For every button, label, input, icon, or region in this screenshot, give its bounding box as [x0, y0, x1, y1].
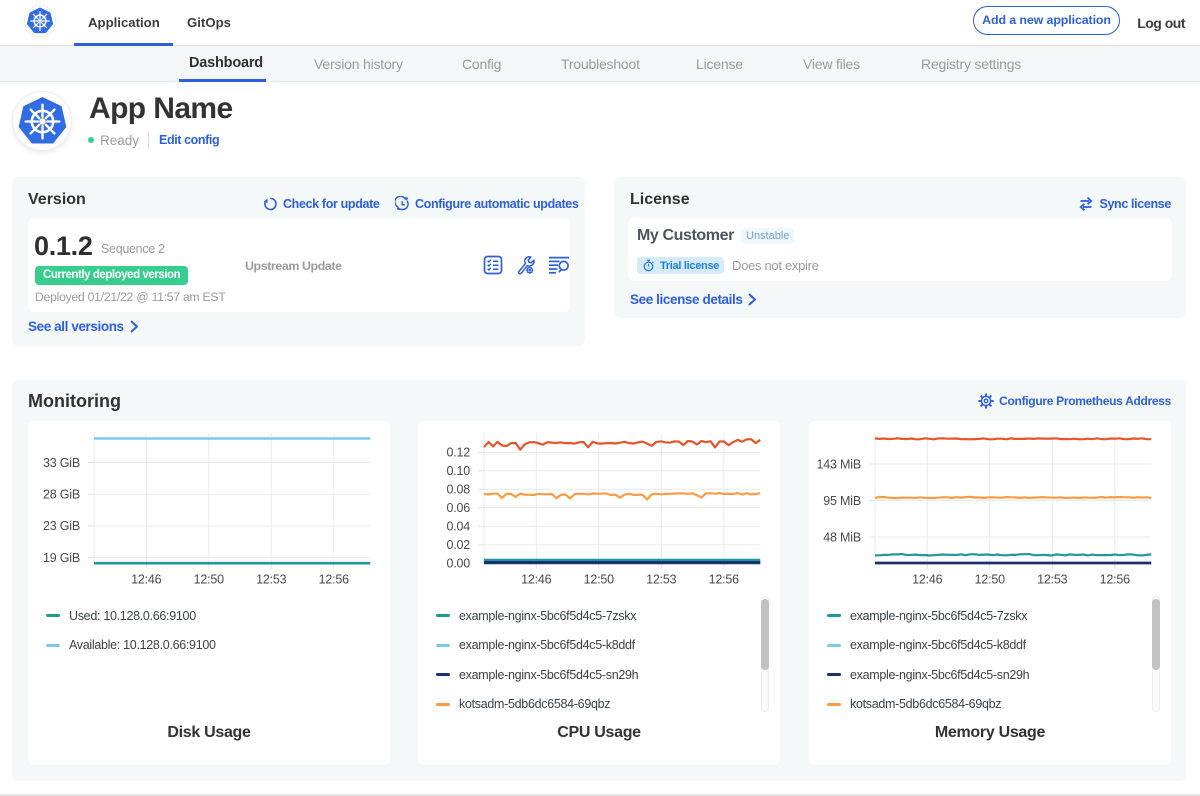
svg-text:28 GiB: 28 GiB: [43, 488, 80, 502]
svg-text:48 MiB: 48 MiB: [823, 530, 861, 544]
svg-text:0.06: 0.06: [446, 501, 470, 515]
svg-text:0.00: 0.00: [446, 557, 470, 571]
svg-text:143 MiB: 143 MiB: [817, 457, 861, 471]
svg-text:19 GiB: 19 GiB: [43, 551, 80, 565]
svg-text:12:56: 12:56: [319, 573, 350, 587]
svg-text:0.12: 0.12: [446, 446, 470, 460]
svg-text:12:46: 12:46: [131, 573, 162, 587]
svg-text:0.08: 0.08: [446, 483, 470, 497]
svg-text:12:50: 12:50: [584, 573, 615, 587]
svg-text:0.10: 0.10: [446, 464, 470, 478]
svg-text:33 GiB: 33 GiB: [43, 456, 80, 470]
svg-text:12:53: 12:53: [1037, 573, 1068, 587]
svg-text:12:56: 12:56: [709, 573, 740, 587]
svg-text:95 MiB: 95 MiB: [823, 494, 861, 508]
svg-text:12:50: 12:50: [194, 573, 225, 587]
svg-text:23 GiB: 23 GiB: [43, 519, 80, 533]
svg-text:12:46: 12:46: [912, 573, 943, 587]
svg-text:0.04: 0.04: [446, 520, 470, 534]
svg-text:0.02: 0.02: [446, 538, 470, 552]
svg-text:12:53: 12:53: [256, 573, 287, 587]
svg-text:12:53: 12:53: [646, 573, 677, 587]
svg-text:12:50: 12:50: [975, 573, 1006, 587]
svg-text:12:56: 12:56: [1100, 573, 1131, 587]
svg-text:12:46: 12:46: [521, 573, 552, 587]
